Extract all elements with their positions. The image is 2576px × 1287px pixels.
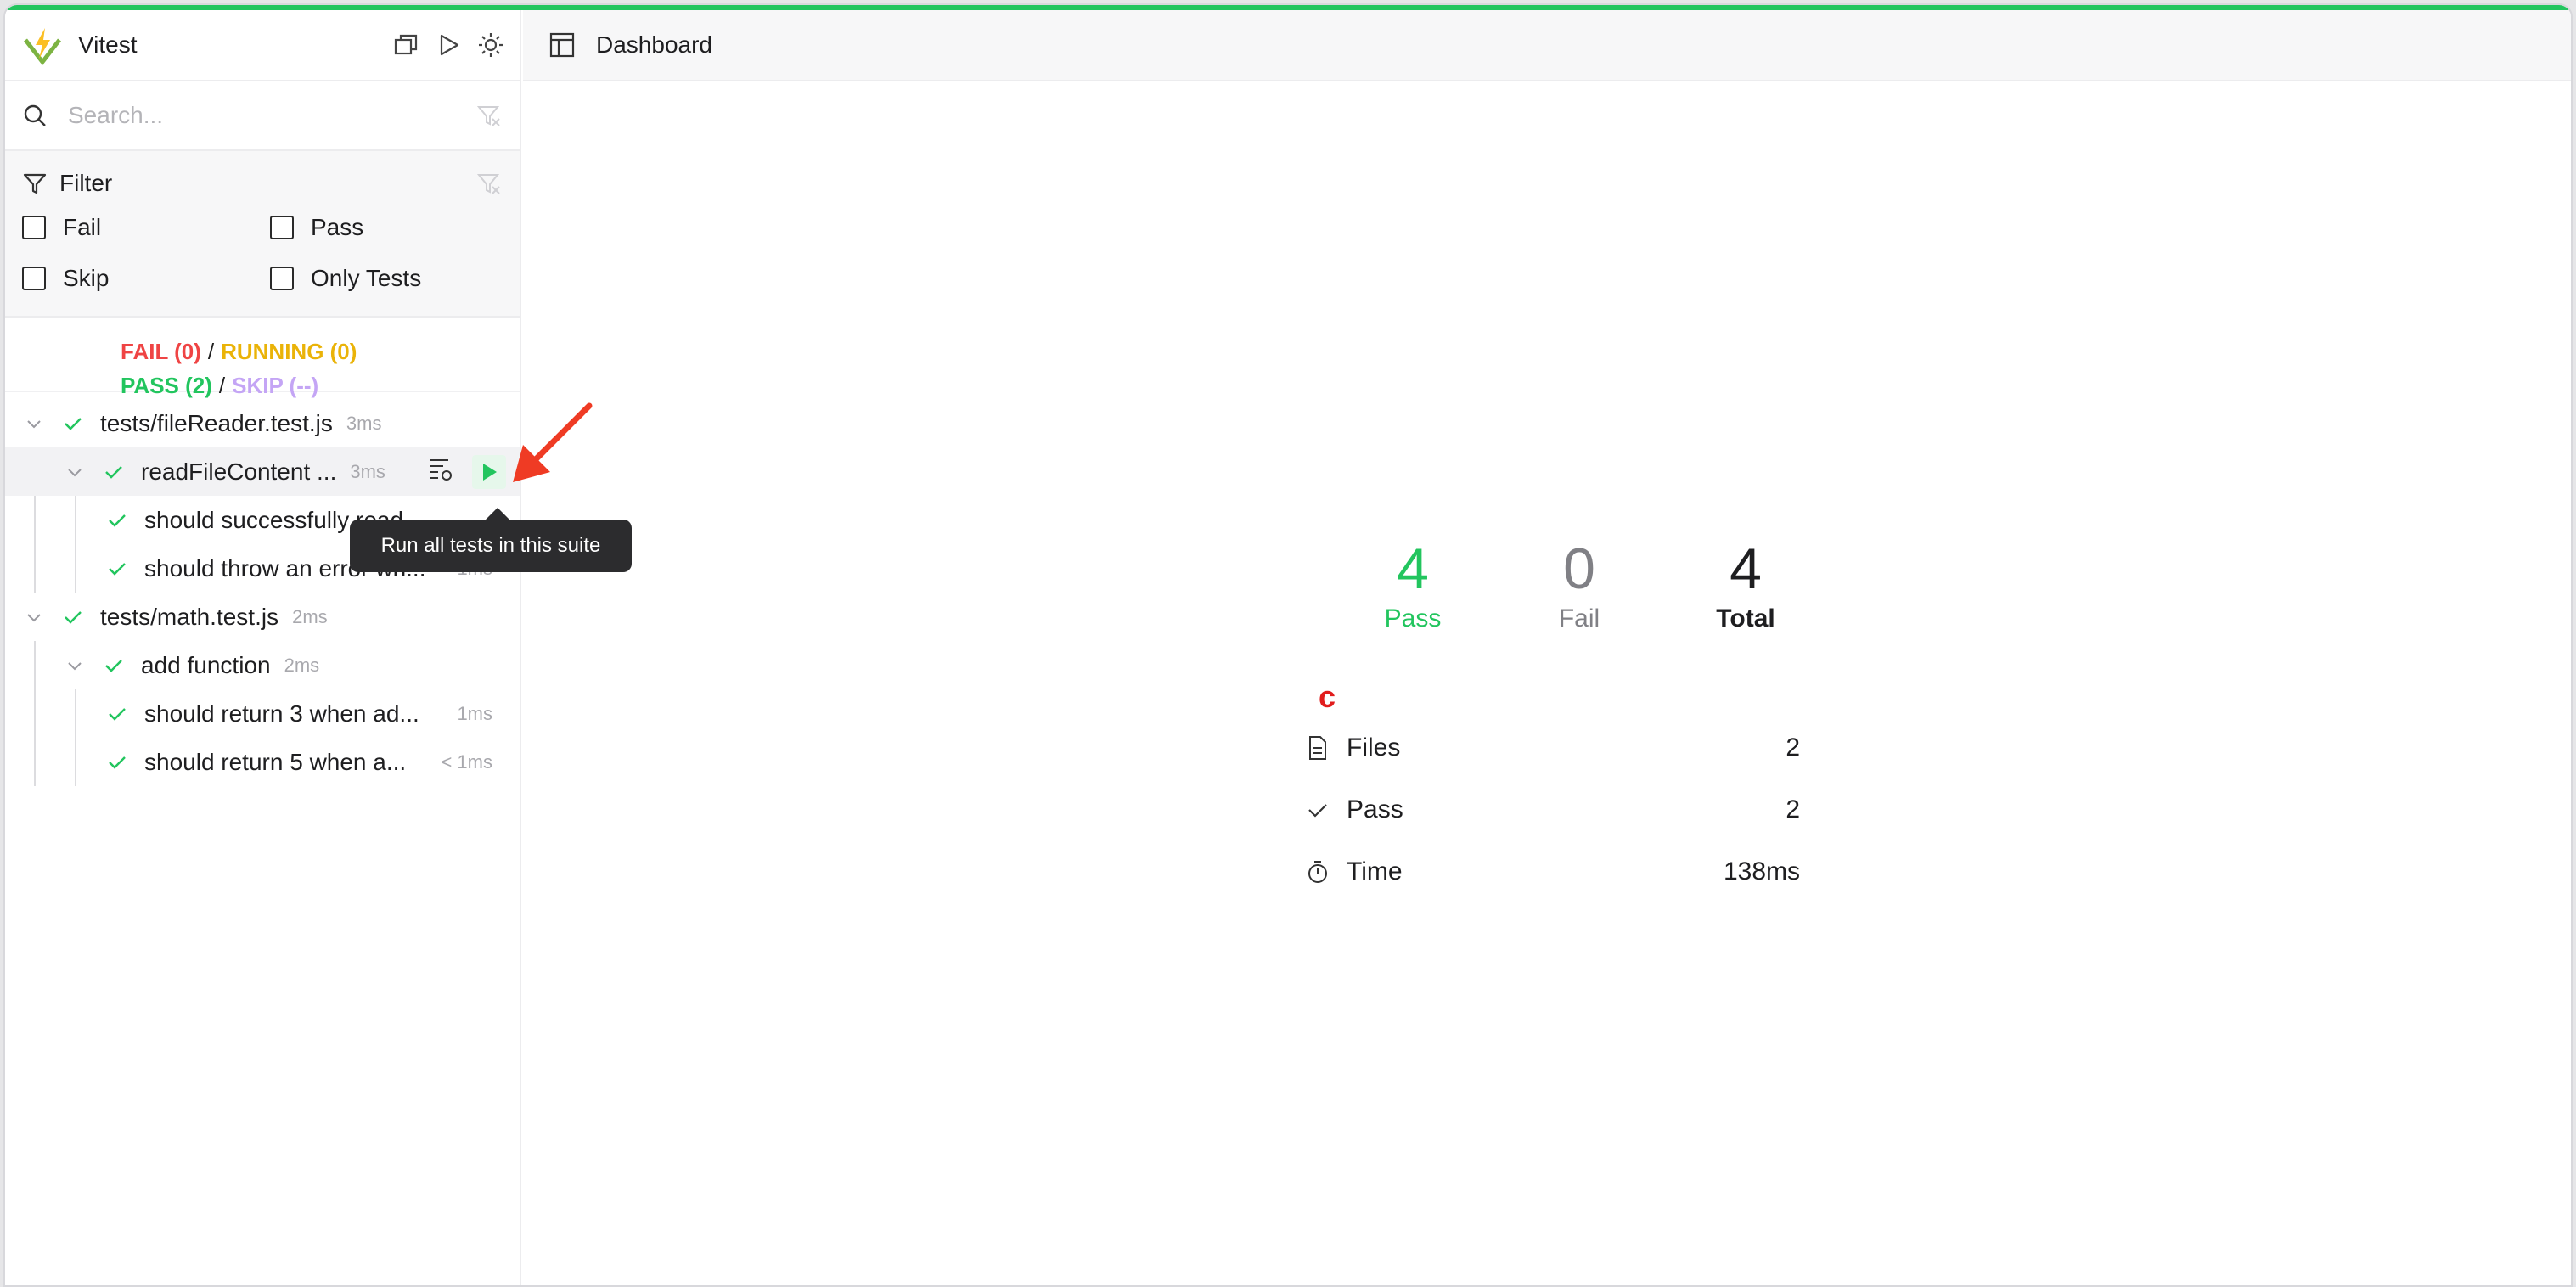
tree-suite-row[interactable]: readFileContent ... 3ms [5, 447, 520, 496]
app-window: Vitest Filter Fail Pass [3, 3, 2573, 1287]
info-pass: Pass 2 [1304, 778, 1800, 840]
app-title: Vitest [78, 31, 138, 58]
dashboard-icon [549, 32, 575, 58]
info-time: Time 138ms [1304, 840, 1800, 902]
filter-title: Filter [59, 170, 113, 196]
theme-toggle-icon[interactable] [475, 30, 506, 60]
file-icon [1304, 734, 1331, 762]
test-stats: 4 Pass 0 Fail 4 Total [1330, 537, 1829, 633]
search-bar [5, 81, 520, 151]
view-details-icon[interactable] [426, 454, 455, 489]
status-summary: FAIL (0) / RUNNING (0) PASS (2) / SKIP (--) [5, 318, 520, 398]
check-icon [1304, 796, 1331, 823]
filter-only-tests-checkbox[interactable]: Only Tests [270, 260, 518, 297]
test-tree: tests/fileReader.test.js 3ms readFileCont… [5, 392, 520, 786]
running-count: RUNNING (0) [221, 339, 357, 364]
row-actions [426, 454, 506, 489]
tree-test-row[interactable]: should return 5 when a... < 1ms [5, 738, 520, 786]
tree-suite-row[interactable]: add function 2ms [5, 641, 520, 689]
filter-panel: Filter Fail Pass Skip Only Tests [5, 151, 520, 318]
check-icon [102, 654, 126, 677]
filter-icon [23, 173, 47, 194]
annotation-arrow-icon [513, 402, 593, 482]
filter-skip-checkbox[interactable]: Skip [22, 260, 270, 297]
clear-filter-icon[interactable] [475, 102, 503, 129]
tree-file-row[interactable]: tests/fileReader.test.js 3ms [5, 399, 520, 447]
checkbox[interactable] [22, 267, 46, 290]
filter-fail-checkbox[interactable]: Fail [22, 209, 270, 246]
filter-header: Filter [22, 165, 503, 202]
stat-pass: 4 Pass [1384, 537, 1442, 632]
info-list: Files 2 Pass 2 Time 138ms [1304, 717, 1800, 902]
check-icon [61, 412, 85, 436]
check-icon [105, 750, 129, 774]
check-icon [61, 605, 85, 629]
info-files: Files 2 [1304, 717, 1800, 778]
sidebar: Vitest Filter Fail Pass [5, 10, 521, 1285]
cursor-marker: c [1318, 679, 1336, 714]
checkbox[interactable] [270, 216, 294, 239]
timer-icon [1304, 858, 1331, 885]
sidebar-header: Vitest [5, 10, 520, 81]
chevron-down-icon[interactable] [24, 413, 44, 434]
chevron-down-icon[interactable] [24, 607, 44, 627]
checkbox[interactable] [22, 216, 46, 239]
filter-pass-checkbox[interactable]: Pass [270, 209, 518, 246]
check-icon [105, 509, 129, 532]
tree-file-row[interactable]: tests/math.test.js 2ms [5, 593, 520, 641]
search-icon [24, 104, 46, 126]
clear-filter-icon[interactable] [475, 170, 503, 197]
stat-fail: 0 Fail [1558, 537, 1600, 632]
checkbox[interactable] [270, 267, 294, 290]
run-suite-tooltip: Run all tests in this suite [350, 508, 632, 572]
search-input[interactable] [68, 102, 475, 129]
check-icon [102, 460, 126, 484]
run-all-icon[interactable] [433, 30, 464, 60]
collapse-all-icon[interactable] [391, 30, 421, 60]
tree-test-row[interactable]: should return 3 when ad... 1ms [5, 689, 520, 738]
main-header: Dashboard [523, 10, 2571, 81]
chevron-down-icon[interactable] [65, 655, 85, 676]
vitest-logo-icon [24, 28, 61, 65]
check-icon [105, 702, 129, 726]
chevron-down-icon[interactable] [65, 462, 85, 482]
check-icon [105, 557, 129, 581]
stat-total: 4 Total [1716, 537, 1775, 632]
fail-count: FAIL (0) [121, 339, 201, 364]
page-title: Dashboard [596, 31, 712, 58]
